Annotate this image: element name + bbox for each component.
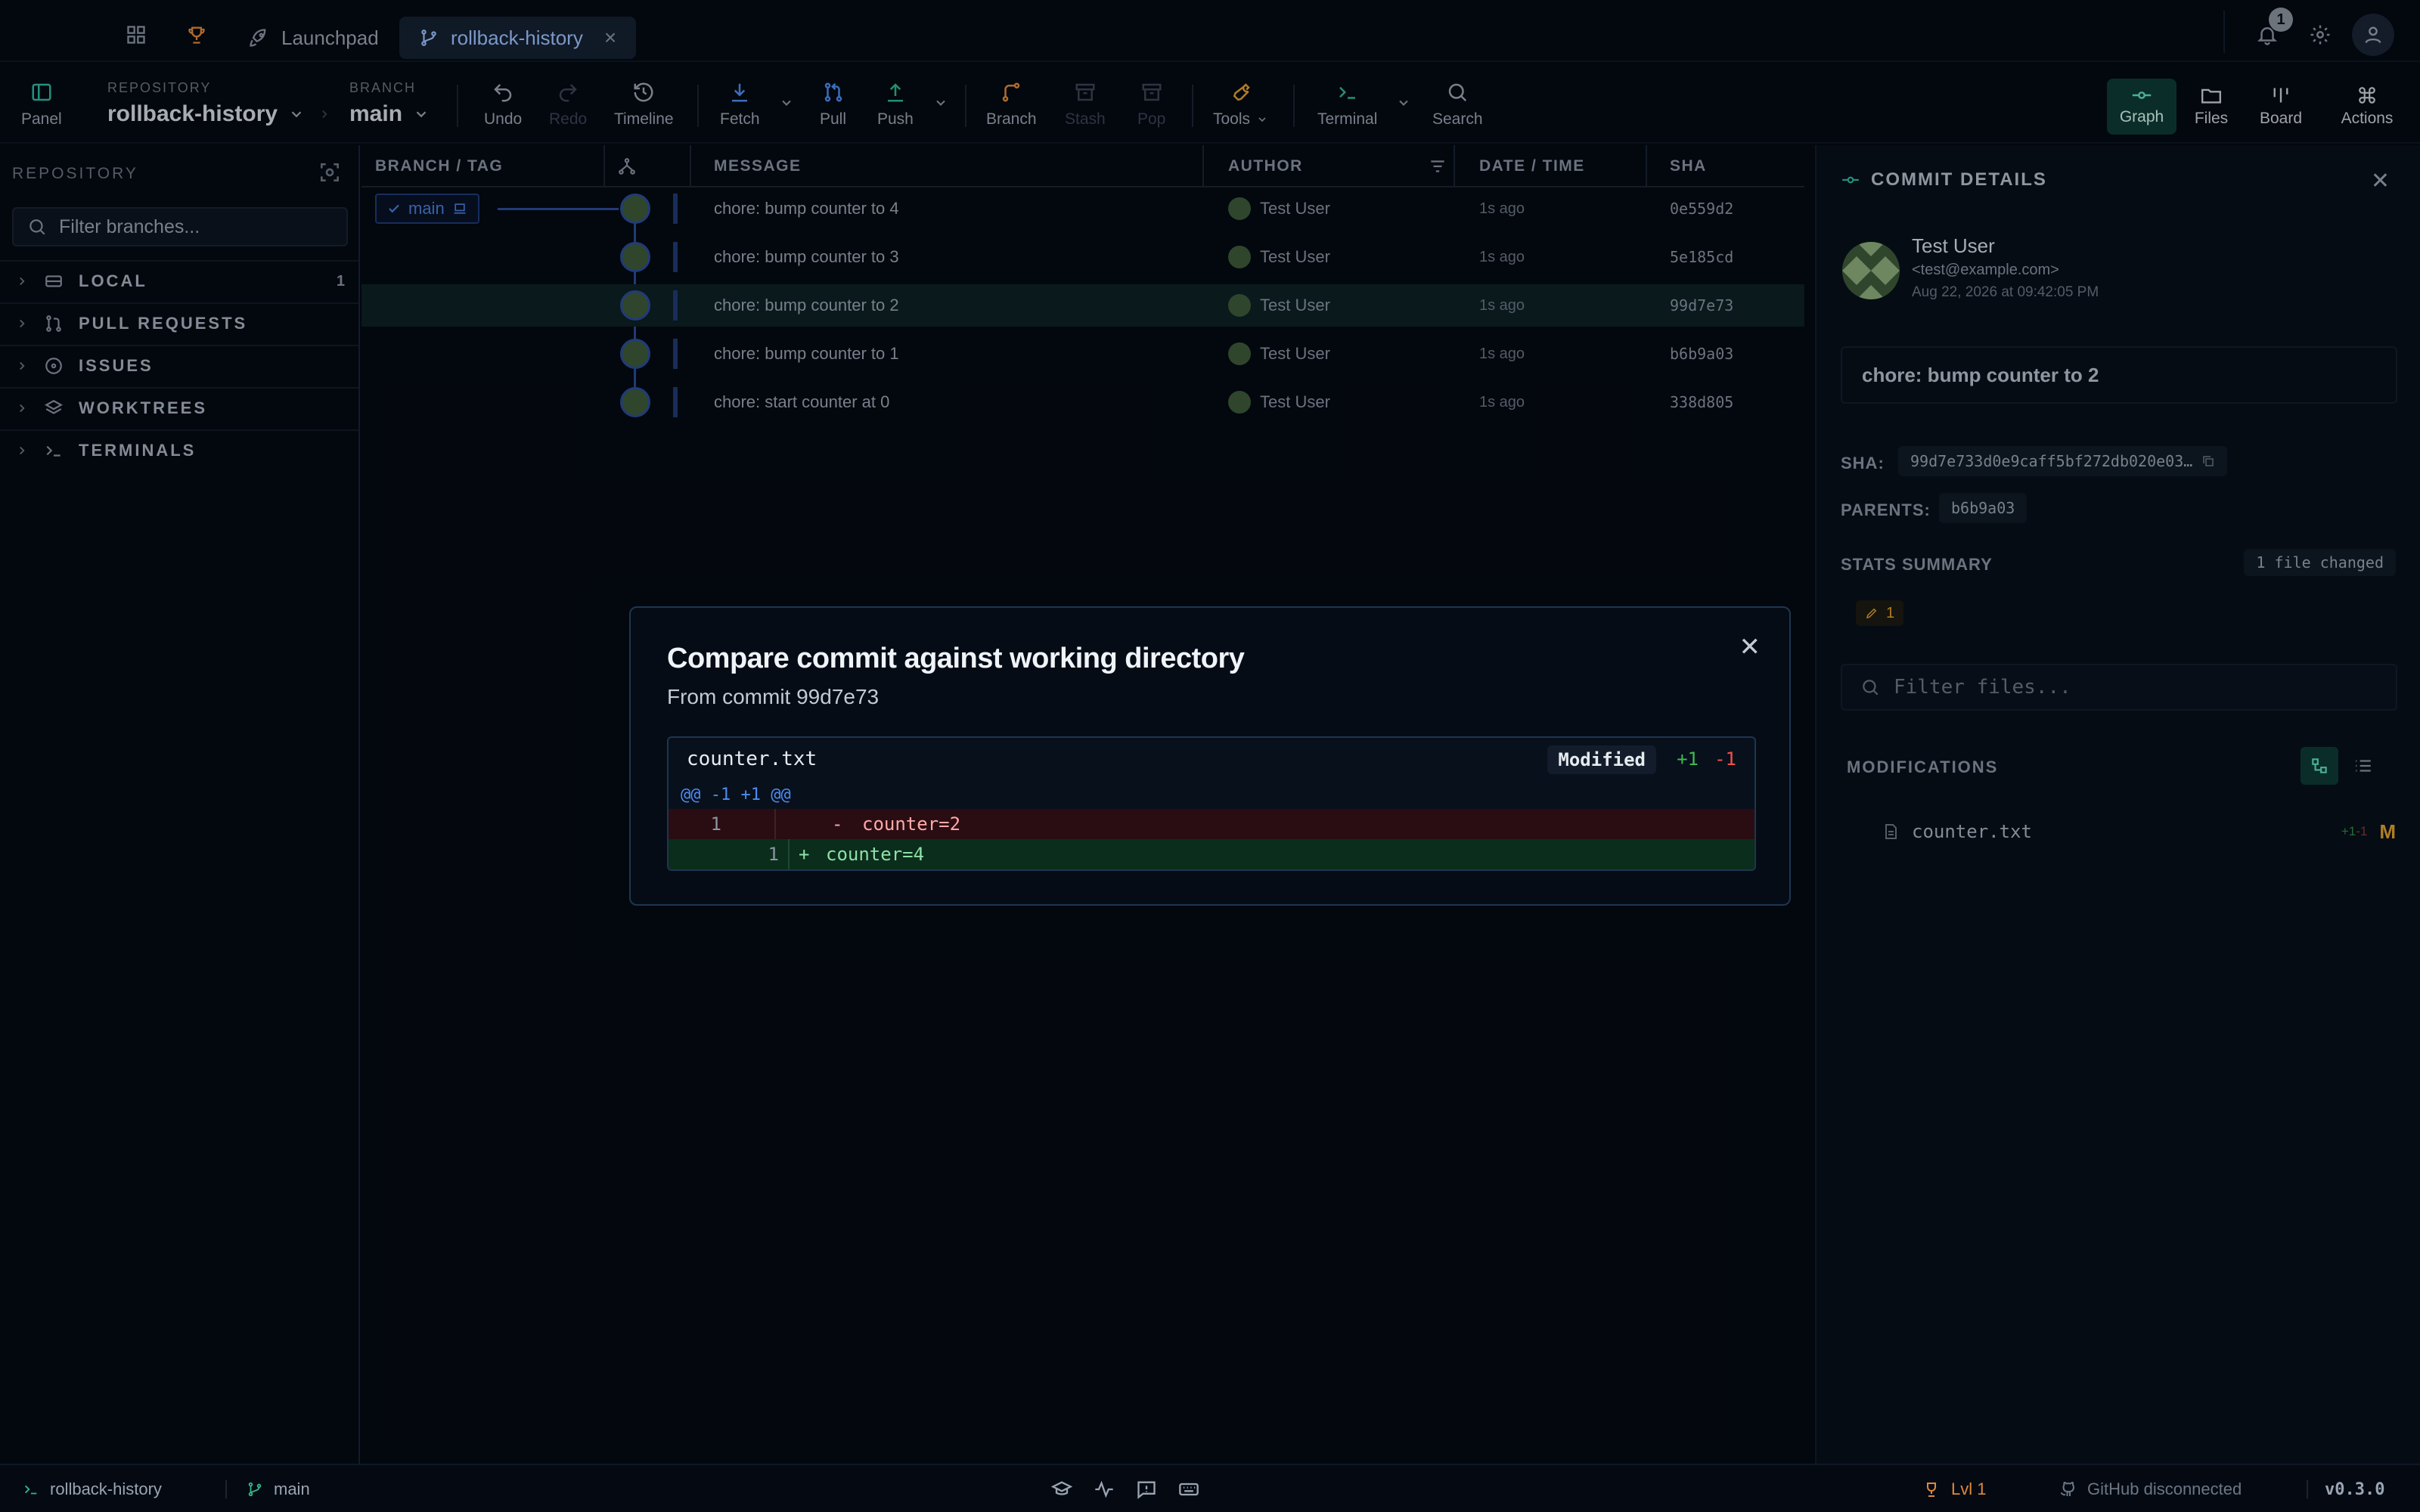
new-line-number: 1 (768, 844, 779, 865)
keyboard-icon[interactable] (1178, 1465, 1199, 1512)
old-line-number: 1 (710, 813, 721, 835)
dialog-subtitle: From commit 99d7e73 (667, 685, 880, 708)
hunk-header: @@ -1 +1 @@ (681, 785, 791, 804)
git-branch-icon (247, 1481, 263, 1498)
status-divider (2307, 1480, 2308, 1498)
status-github[interactable]: GitHub disconnected (2059, 1465, 2242, 1512)
status-branch[interactable]: main (247, 1465, 310, 1512)
status-repo[interactable]: rollback-history (23, 1465, 162, 1512)
line-gutter-divider (788, 839, 790, 869)
line-gutter-divider (774, 809, 776, 839)
status-divider (225, 1480, 227, 1498)
diff-deletions: -1 (1714, 748, 1736, 770)
removed-code: counter=2 (862, 813, 961, 835)
diff-status-badge: Modified (1547, 745, 1656, 774)
compare-commit-dialog: Compare commit against working directory… (629, 606, 1791, 906)
added-code: counter=4 (826, 844, 925, 865)
diff-file-name: counter.txt (687, 748, 818, 770)
terminal-prompt-icon (23, 1481, 39, 1498)
close-icon[interactable]: ✕ (1739, 632, 1761, 662)
status-bar: rollback-history main Lvl 1 GitHub disco… (0, 1464, 2420, 1512)
status-github-text: GitHub disconnected (2087, 1479, 2242, 1498)
trophy-icon (1922, 1480, 1941, 1498)
removed-sign: - (832, 813, 843, 835)
diff-additions: +1 (1677, 748, 1699, 770)
learn-icon[interactable] (1051, 1465, 1072, 1512)
dialog-title: Compare commit against working directory (667, 643, 1245, 674)
diff-added-line: 1 + counter=4 (669, 839, 1754, 869)
status-branch-name: main (274, 1479, 310, 1498)
status-level-text: Lvl 1 (1951, 1479, 1987, 1498)
activity-pulse-icon[interactable] (1094, 1465, 1115, 1512)
github-disconnected-icon (2059, 1480, 2077, 1498)
file-diff-viewer: counter.txt Modified +1 -1 @@ -1 +1 @@ 1… (667, 736, 1756, 871)
status-version: v0.3.0 (2325, 1479, 2385, 1499)
diff-removed-line: 1 - counter=2 (669, 809, 1754, 839)
status-repo-name: rollback-history (50, 1479, 162, 1498)
added-sign: + (799, 844, 810, 865)
status-level[interactable]: Lvl 1 (1922, 1465, 1986, 1512)
feedback-icon[interactable] (1136, 1465, 1157, 1512)
